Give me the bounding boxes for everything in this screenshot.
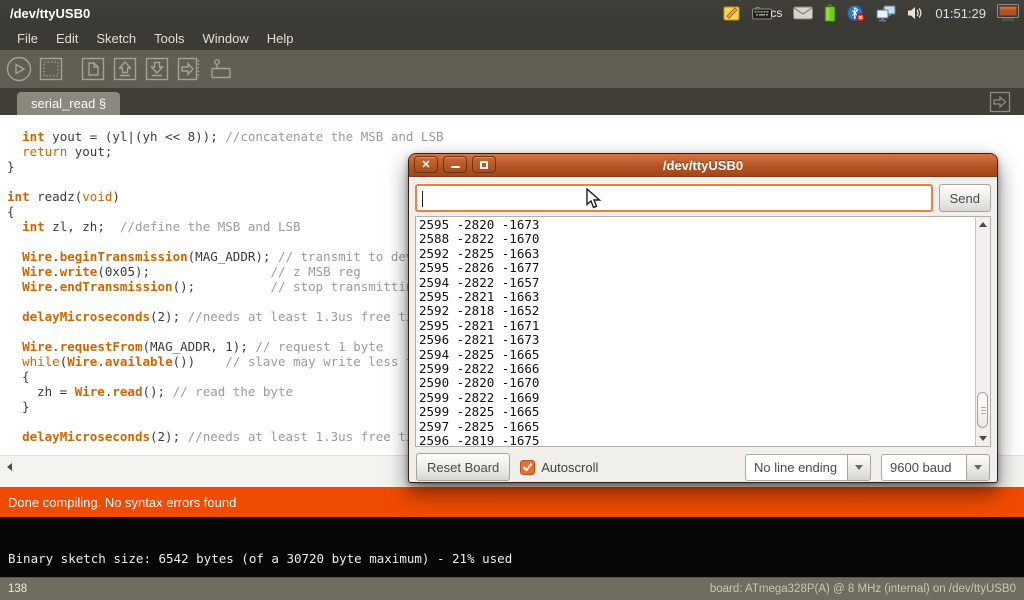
- session-monitor-icon[interactable]: [997, 4, 1019, 22]
- compile-status-message: Done compiling. No syntax errors found: [8, 495, 236, 510]
- autoscroll-label: Autoscroll: [541, 460, 598, 475]
- stop-button[interactable]: [37, 55, 65, 83]
- line-ending-value[interactable]: No line ending: [745, 454, 848, 481]
- menu-window[interactable]: Window: [193, 28, 257, 49]
- serial-row: 2599 -2822 -1666: [419, 362, 539, 376]
- serial-row: 2595 -2821 -1671: [419, 319, 539, 333]
- serial-row: 2596 -2821 -1673: [419, 333, 539, 347]
- system-tray: cs 01:51:29: [723, 4, 1024, 22]
- serial-input[interactable]: [415, 184, 933, 212]
- serial-row: 2595 -2826 -1677: [419, 261, 539, 275]
- chevron-down-icon: [974, 465, 982, 470]
- send-button[interactable]: Send: [939, 184, 991, 212]
- keyboard-layout-label: cs: [770, 6, 782, 20]
- serial-row: 2590 -2820 -1670: [419, 376, 539, 390]
- statusline: 138 board: ATmega328P(A) @ 8 MHz (intern…: [0, 577, 1024, 600]
- bluetooth-icon[interactable]: [847, 4, 865, 22]
- clock[interactable]: 01:51:29: [935, 6, 986, 21]
- tabbar: serial_read §: [0, 88, 1024, 115]
- mouse-cursor: [586, 188, 604, 215]
- reset-board-button[interactable]: Reset Board: [416, 453, 510, 481]
- compile-status-bar: Done compiling. No syntax errors found: [0, 487, 1024, 517]
- serial-vertical-scrollbar[interactable]: [975, 217, 990, 446]
- serial-row: 2588 -2822 -1670: [419, 232, 539, 246]
- tab-menu-button[interactable]: [989, 91, 1011, 118]
- menu-file[interactable]: File: [8, 28, 47, 49]
- thumb-grip-icon: [981, 407, 986, 408]
- autoscroll-checkbox[interactable]: [520, 460, 535, 475]
- tab-serial-read[interactable]: serial_read §: [17, 92, 120, 115]
- scroll-up-arrow-icon[interactable]: [979, 222, 987, 227]
- serial-row: 2599 -2825 -1665: [419, 405, 539, 419]
- serial-window-titlebar[interactable]: ✕ /dev/ttyUSB0: [409, 154, 997, 177]
- serial-monitor-window: ✕ /dev/ttyUSB0 Send 2595 -2820 -16732588…: [408, 153, 998, 483]
- serial-row: 2597 -2825 -1665: [419, 420, 539, 434]
- line-ending-dropdown-button[interactable]: [847, 454, 871, 481]
- new-sketch-button[interactable]: [79, 55, 107, 83]
- baud-rate-select[interactable]: 9600 baud: [881, 454, 990, 481]
- verify-button[interactable]: [5, 55, 33, 83]
- open-sketch-button[interactable]: [111, 55, 139, 83]
- scroll-left-arrow-icon[interactable]: [7, 463, 12, 471]
- serial-row: 2595 -2820 -1673: [419, 218, 539, 232]
- serial-output-area[interactable]: 2595 -2820 -16732588 -2822 -16702592 -28…: [415, 216, 991, 447]
- save-sketch-button[interactable]: [143, 55, 171, 83]
- serial-input-row: Send: [415, 184, 991, 212]
- serial-row: 2596 -2819 -1675: [419, 434, 539, 447]
- baud-rate-value[interactable]: 9600 baud: [881, 454, 967, 481]
- scroll-down-arrow-icon[interactable]: [979, 436, 987, 441]
- text-caret: [422, 191, 423, 207]
- board-info: board: ATmega328P(A) @ 8 MHz (internal) …: [710, 583, 1024, 595]
- window-controls: ✕: [414, 156, 496, 173]
- menubar: File Edit Sketch Tools Window Help: [0, 26, 1024, 50]
- menu-sketch[interactable]: Sketch: [87, 28, 145, 49]
- menu-tools[interactable]: Tools: [145, 28, 193, 49]
- serial-output-rows: 2595 -2820 -16732588 -2822 -16702592 -28…: [419, 218, 539, 447]
- notes-icon[interactable]: [723, 4, 741, 22]
- mail-icon[interactable]: [793, 6, 813, 20]
- serial-row: 2595 -2821 -1663: [419, 290, 539, 304]
- scrollbar-thumb[interactable]: [977, 392, 988, 428]
- baud-dropdown-button[interactable]: [966, 454, 990, 481]
- menu-help[interactable]: Help: [258, 28, 303, 49]
- close-button[interactable]: ✕: [414, 156, 438, 173]
- toolbar: [0, 50, 1024, 88]
- console-output: Binary sketch size: 6542 bytes (of a 307…: [8, 551, 512, 566]
- menu-edit[interactable]: Edit: [47, 28, 87, 49]
- volume-icon[interactable]: [907, 5, 924, 21]
- serial-row: 2594 -2825 -1665: [419, 348, 539, 362]
- serial-row: 2594 -2822 -1657: [419, 276, 539, 290]
- serial-row: 2592 -2825 -1663: [419, 247, 539, 261]
- battery-icon[interactable]: [824, 4, 836, 22]
- keyboard-indicator-icon[interactable]: cs: [752, 6, 782, 20]
- line-ending-select[interactable]: No line ending: [745, 454, 871, 481]
- chevron-down-icon: [855, 465, 863, 470]
- serial-monitor-button[interactable]: [207, 55, 235, 83]
- serial-window-title: /dev/ttyUSB0: [663, 158, 743, 173]
- line-number: 138: [0, 583, 27, 595]
- autoscroll-option: Autoscroll: [520, 460, 598, 475]
- serial-row: 2592 -2818 -1652: [419, 304, 539, 318]
- minimize-button[interactable]: [443, 156, 467, 173]
- upload-button[interactable]: [175, 55, 203, 83]
- maximize-button[interactable]: [472, 156, 496, 173]
- desktop: /dev/ttyUSB0 cs 01:5: [0, 0, 1024, 600]
- serial-bottom-bar: Reset Board Autoscroll No line ending 96…: [415, 451, 991, 483]
- serial-row: 2599 -2822 -1669: [419, 391, 539, 405]
- serial-window-body: Send 2595 -2820 -16732588 -2822 -1670259…: [409, 177, 997, 483]
- build-console: Binary sketch size: 6542 bytes (of a 307…: [0, 517, 1024, 577]
- desktop-panel: /dev/ttyUSB0 cs 01:5: [0, 0, 1024, 26]
- network-icon[interactable]: [876, 5, 896, 22]
- active-window-title: /dev/ttyUSB0: [0, 6, 90, 21]
